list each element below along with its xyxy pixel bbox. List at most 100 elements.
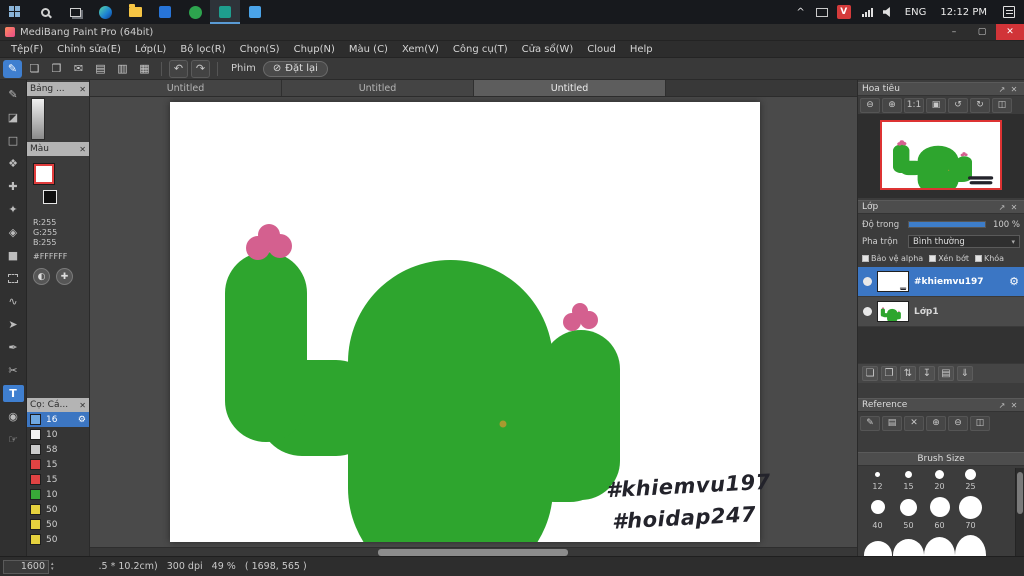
background-color-swatch[interactable] [43,190,57,204]
clipping-checkbox[interactable]: Xén bớt [929,254,969,263]
text-tool[interactable]: T [2,385,24,402]
opacity-slider[interactable] [908,221,986,228]
reference-zoom-out-button[interactable]: ⊖ [948,415,968,431]
brush-size-option[interactable] [955,534,986,556]
menu-cloud[interactable]: Cloud [580,44,623,55]
search-button[interactable] [30,0,60,24]
comment-button[interactable]: ✉ [69,60,88,78]
workspace[interactable]: #khiemvu197 #hoidap247 [90,97,857,556]
hand-tool[interactable]: ☞ [3,431,24,448]
grid-view-button[interactable]: ▦ [135,60,154,78]
new-canvas-button[interactable]: ❏ [25,60,44,78]
reset-button[interactable]: ⊘ Đặt lại [262,60,328,77]
reference-brush-button[interactable]: ✎ [860,415,880,431]
popout-icon[interactable]: ↗ [996,401,1008,410]
taskbar-app-chrome[interactable] [180,0,210,24]
redo-button[interactable]: ↷ [191,59,210,78]
taskbar-app-photos[interactable] [240,0,270,24]
magic-wand-tool[interactable]: ✦ [3,201,24,218]
lasso-tool[interactable]: ∿ [3,293,24,310]
brush-size-option[interactable]: 50 [893,495,924,530]
select-tool[interactable] [3,270,24,287]
scrollbar-thumb[interactable] [378,549,568,556]
add-layer-button[interactable]: ❏ [862,366,878,381]
menu-tep[interactable]: Tệp(F) [4,44,50,55]
task-view-button[interactable] [60,0,90,24]
menu-cong-cu[interactable]: Công cụ(T) [446,44,515,55]
close-button[interactable]: ✕ [996,24,1024,40]
gradient-tool[interactable]: ■ [3,247,24,264]
brush-size-option[interactable] [862,534,893,556]
undo-button[interactable]: ↶ [169,59,188,78]
display-icon[interactable] [815,7,828,17]
tab-untitled-1[interactable]: Untitled [90,80,282,96]
menu-xem[interactable]: Xem(V) [395,44,446,55]
maximize-button[interactable]: ▢ [968,24,996,40]
brush-item[interactable]: 58 [27,442,89,457]
layer-settings-gear-icon[interactable]: ⚙ [1009,275,1019,288]
eyedropper-tool[interactable]: ◉ [3,408,24,425]
reorder-layer-button[interactable]: ⇅ [900,366,916,381]
tab-untitled-3[interactable]: Untitled [474,80,666,96]
add-color-button[interactable]: ✚ [56,268,73,285]
taskbar-app-edge[interactable] [90,0,120,24]
save-button[interactable]: ❐ [47,60,66,78]
zoom-level-field[interactable]: 1600 [3,559,49,574]
brush-size-option[interactable] [893,534,924,556]
taskbar-app-store[interactable] [150,0,180,24]
menu-chinh-sua[interactable]: Chỉnh sửa(E) [50,44,128,55]
popout-icon[interactable]: ↗ [996,203,1008,212]
brush-size-option[interactable]: 20 [924,468,955,491]
fit-screen-button[interactable]: ▣ [926,97,946,113]
brush-item[interactable]: 50 [27,517,89,532]
brush-item[interactable]: 15 [27,457,89,472]
operate-tool[interactable]: ➤ [3,316,24,333]
zoom-stepper[interactable]: ▴ ▾ [51,561,54,572]
brush-item[interactable]: 50 [27,502,89,517]
language-indicator[interactable]: ENG [898,7,934,18]
rotate-left-button[interactable]: ↺ [948,97,968,113]
import-layer-button[interactable]: ↧ [919,366,935,381]
navigator-thumbnail[interactable] [880,120,1002,190]
control-pen-tool[interactable]: ✒ [3,339,24,356]
palette-gradient-bar[interactable] [31,98,45,140]
brush-item[interactable]: 15 [27,472,89,487]
network-icon[interactable] [861,7,873,17]
unikey-icon[interactable]: V [836,5,851,19]
taskbar-app-explorer[interactable] [120,0,150,24]
brush-size-option[interactable]: 70 [955,495,986,530]
brush-size-option[interactable] [924,534,955,556]
shape-tool[interactable]: □ [3,132,24,149]
duplicate-layer-button[interactable]: ❐ [881,366,897,381]
menu-bo-loc[interactable]: Bộ lọc(R) [173,44,232,55]
rotate-right-button[interactable]: ↻ [970,97,990,113]
popout-icon[interactable]: ↗ [996,85,1008,94]
flip-button[interactable]: ◫ [992,97,1012,113]
brush-size-option[interactable]: 40 [862,495,893,530]
close-icon[interactable]: ✕ [79,401,86,410]
divide-tool[interactable]: ✂ [3,362,24,379]
blend-mode-dropdown[interactable]: Bình thường ▾ [908,235,1020,248]
reference-open-button[interactable]: ▤ [882,415,902,431]
volume-icon[interactable] [882,7,890,17]
notification-center-icon[interactable] [1003,6,1015,18]
tab-untitled-2[interactable]: Untitled [282,80,474,96]
zoom-out-button[interactable]: ⊖ [860,97,880,113]
brush-size-option[interactable]: 12 [862,468,893,491]
layer-visibility-icon[interactable] [863,277,872,286]
brush-settings-gear-icon[interactable]: ⚙ [78,415,86,425]
close-icon[interactable]: ✕ [1008,85,1020,94]
brush-item[interactable]: 16 ⚙ [27,412,89,427]
brush-item[interactable]: 10 [27,487,89,502]
horizontal-scrollbar[interactable] [90,547,857,556]
minimize-button[interactable]: – [940,24,968,40]
menu-cua-so[interactable]: Cửa sổ(W) [515,44,581,55]
list-view-button[interactable]: ▥ [113,60,132,78]
alpha-protect-checkbox[interactable]: Bảo vệ alpha [862,254,923,263]
close-icon[interactable]: ✕ [79,145,86,154]
eraser-tool[interactable]: ◪ [3,109,24,126]
menu-chon[interactable]: Chọn(S) [233,44,287,55]
layer-folder-button[interactable]: ▤ [938,366,954,381]
canvas[interactable]: #khiemvu197 #hoidap247 [170,102,771,542]
fill-tool[interactable]: ◈ [3,224,24,241]
